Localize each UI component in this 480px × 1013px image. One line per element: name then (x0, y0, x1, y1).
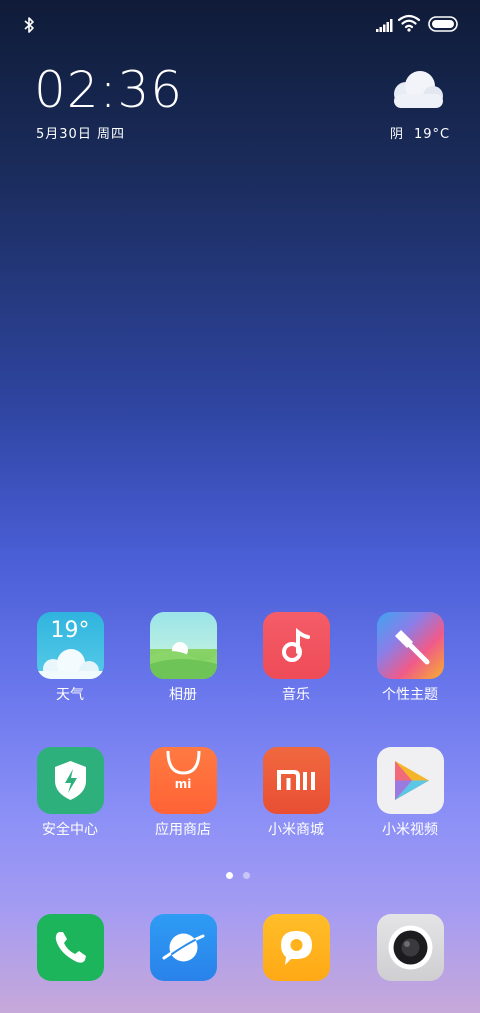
dock-browser[interactable] (133, 914, 233, 981)
dock-phone[interactable] (20, 914, 120, 981)
mi-store-icon (262, 747, 330, 814)
app-label: 个性主题 (382, 687, 438, 703)
music-icon (262, 612, 330, 679)
app-label: 音乐 (282, 687, 310, 703)
app-music[interactable]: 音乐 (246, 612, 346, 705)
wifi-icon (398, 14, 420, 32)
app-weather[interactable]: 19° 天气 (20, 612, 120, 705)
dock-messages[interactable] (246, 914, 346, 981)
weather-app-icon: 19° (36, 612, 104, 679)
page-indicator[interactable] (226, 872, 256, 880)
app-security[interactable]: 安全中心 (20, 747, 120, 840)
app-video[interactable]: 小米视频 (360, 747, 460, 840)
gallery-icon (149, 612, 217, 679)
app-store-icon: mi (149, 747, 217, 814)
app-label: 小米视频 (382, 822, 438, 838)
clock-time[interactable]: 02:36 (34, 62, 183, 118)
weather-condition: 阴 (390, 127, 405, 142)
messages-icon (262, 914, 330, 981)
browser-icon (149, 914, 217, 981)
signal-icon (376, 19, 393, 32)
video-icon (376, 747, 444, 814)
app-label: 安全中心 (42, 822, 98, 838)
bluetooth-icon (24, 17, 34, 33)
app-label: 相册 (169, 687, 197, 703)
app-label: 天气 (56, 687, 84, 703)
app-themes[interactable]: 个性主题 (360, 612, 460, 705)
phone-icon (36, 914, 104, 981)
page-dot (243, 872, 250, 879)
status-bar (0, 0, 480, 50)
clock-date[interactable]: 5月30日 周四 (36, 126, 125, 144)
security-icon (36, 747, 104, 814)
camera-icon (376, 914, 444, 981)
themes-icon (376, 612, 444, 679)
page-dot-active (226, 872, 233, 879)
app-label: 小米商城 (268, 822, 324, 838)
weather-info[interactable]: 阴 19°C (390, 126, 460, 144)
weather-temperature: 19°C (414, 127, 451, 142)
app-store[interactable]: mi 应用商店 (133, 747, 233, 840)
app-mi-store[interactable]: 小米商城 (246, 747, 346, 840)
app-label: 应用商店 (155, 822, 211, 838)
dock-camera[interactable] (360, 914, 460, 981)
cloud-icon[interactable] (386, 68, 446, 110)
app-gallery[interactable]: 相册 (133, 612, 233, 705)
battery-icon (428, 16, 458, 32)
